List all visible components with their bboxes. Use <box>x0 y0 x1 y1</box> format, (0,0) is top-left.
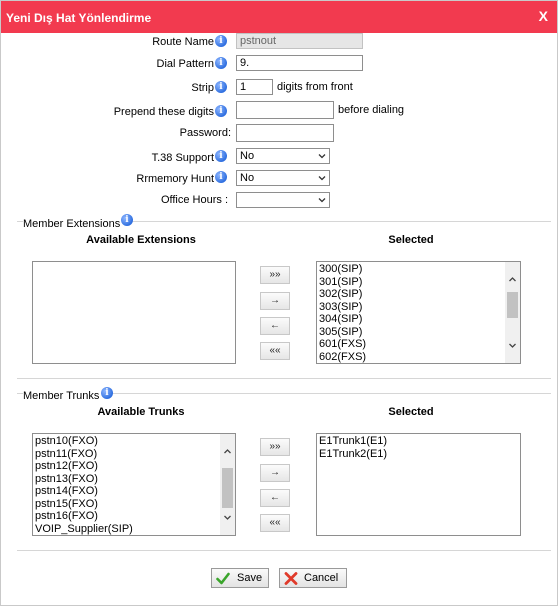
list-item[interactable]: E1Trunk2(E1) <box>317 448 520 461</box>
list-item[interactable]: 601(FXS) <box>317 338 520 351</box>
scrollbar[interactable] <box>505 262 520 363</box>
list-item[interactable]: 301(SIP) <box>317 276 520 289</box>
save-label: Save <box>237 572 263 584</box>
list-item[interactable]: pstn15(FXO) <box>33 498 235 511</box>
rrmemory-select[interactable]: No <box>236 170 330 186</box>
add-extension-button[interactable]: → <box>260 292 290 310</box>
chevron-down-icon[interactable] <box>507 340 518 351</box>
add-trunk-button[interactable]: → <box>260 464 290 482</box>
cancel-label: Cancel <box>304 572 339 584</box>
password-input[interactable] <box>236 124 334 142</box>
list-item[interactable]: E1Trunk1(E1) <box>317 435 520 448</box>
rrmemory-select-value: No <box>240 172 255 184</box>
strip-label: Strip <box>191 82 214 94</box>
strip-suffix: digits from front <box>277 81 353 93</box>
chevron-down-icon <box>318 198 326 203</box>
info-icon[interactable]: i <box>215 57 227 69</box>
x-icon <box>284 572 298 585</box>
selected-trunks-list[interactable]: E1Trunk1(E1) E1Trunk2(E1) <box>316 433 521 536</box>
remove-all-extensions-button[interactable]: «« <box>260 342 290 360</box>
available-extensions-list[interactable] <box>32 261 236 364</box>
close-button[interactable]: X <box>539 8 548 24</box>
remove-trunk-button[interactable]: ← <box>260 489 290 507</box>
scrollbar-thumb[interactable] <box>222 468 233 508</box>
scrollbar-thumb[interactable] <box>507 292 518 318</box>
trunks-title: Member Trunks <box>23 390 102 402</box>
scrollbar[interactable] <box>220 434 235 535</box>
list-item[interactable]: pstn10(FXO) <box>33 435 235 448</box>
selected-extensions-list[interactable]: 300(SIP) 301(SIP) 302(SIP) 303(SIP) 304(… <box>316 261 521 364</box>
chevron-down-icon <box>318 176 326 181</box>
list-item[interactable]: 302(SIP) <box>317 288 520 301</box>
available-trunks-list[interactable]: pstn10(FXO) pstn11(FXO) pstn12(FXO) pstn… <box>32 433 236 536</box>
available-extensions-header: Available Extensions <box>86 234 196 246</box>
available-trunks-header: Available Trunks <box>97 406 185 418</box>
selected-trunks-header: Selected <box>388 406 434 418</box>
list-item[interactable]: 305(SIP) <box>317 326 520 339</box>
password-label: Password: <box>179 127 231 139</box>
t38-select-value: No <box>240 150 255 162</box>
route-name-label: Route Name <box>152 36 214 48</box>
prepend-input[interactable] <box>236 101 334 119</box>
list-item[interactable]: 304(SIP) <box>317 313 520 326</box>
info-icon[interactable]: i <box>101 387 113 399</box>
list-item[interactable]: 602(FXS) <box>317 351 520 364</box>
dial-pattern-label: Dial Pattern <box>156 58 214 70</box>
add-all-extensions-button[interactable]: »» <box>260 266 290 284</box>
office-hours-label: Office Hours : <box>160 194 228 206</box>
strip-input[interactable]: 1 <box>236 79 273 95</box>
route-name-input[interactable]: pstnout <box>236 33 363 49</box>
save-button[interactable]: Save <box>211 568 269 588</box>
prepend-suffix: before dialing <box>338 104 405 116</box>
remove-all-trunks-button[interactable]: «« <box>260 514 290 532</box>
list-item[interactable]: pstn13(FXO) <box>33 473 235 486</box>
add-all-trunks-button[interactable]: »» <box>260 438 290 456</box>
dialog-title: Yeni Dış Hat Yönlendirme <box>6 11 152 25</box>
check-icon <box>216 572 230 585</box>
chevron-down-icon[interactable] <box>222 512 233 523</box>
dialog: Yeni Dış Hat Yönlendirme X Route Name i … <box>0 0 558 606</box>
cancel-button[interactable]: Cancel <box>279 568 347 588</box>
remove-extension-button[interactable]: ← <box>260 317 290 335</box>
info-icon[interactable]: i <box>215 35 227 47</box>
list-item[interactable]: pstn16(FXO) <box>33 510 235 523</box>
dial-pattern-input[interactable]: 9. <box>236 55 363 71</box>
info-icon[interactable]: i <box>215 105 227 117</box>
list-item[interactable]: 300(SIP) <box>317 263 520 276</box>
info-icon[interactable]: i <box>215 150 227 162</box>
info-icon[interactable]: i <box>215 171 227 183</box>
rrmemory-label: Rrmemory Hunt <box>136 173 214 185</box>
info-icon[interactable]: i <box>215 81 227 93</box>
list-item[interactable]: 303(SIP) <box>317 301 520 314</box>
extensions-title: Member Extensions <box>23 218 123 230</box>
t38-label: T.38 Support <box>151 152 214 164</box>
chevron-down-icon <box>318 154 326 159</box>
list-item[interactable]: pstn12(FXO) <box>33 460 235 473</box>
office-hours-select[interactable] <box>236 192 330 208</box>
t38-select[interactable]: No <box>236 148 330 164</box>
list-item[interactable]: pstn14(FXO) <box>33 485 235 498</box>
list-item[interactable]: VOIP_Supplier(SIP) <box>33 523 235 536</box>
chevron-up-icon[interactable] <box>222 446 233 457</box>
selected-extensions-header: Selected <box>388 234 434 246</box>
info-icon[interactable]: i <box>121 214 133 226</box>
prepend-label: Prepend these digits <box>113 106 214 118</box>
titlebar: Yeni Dış Hat Yönlendirme X <box>1 1 557 33</box>
list-item[interactable]: pstn11(FXO) <box>33 448 235 461</box>
chevron-up-icon[interactable] <box>507 274 518 285</box>
